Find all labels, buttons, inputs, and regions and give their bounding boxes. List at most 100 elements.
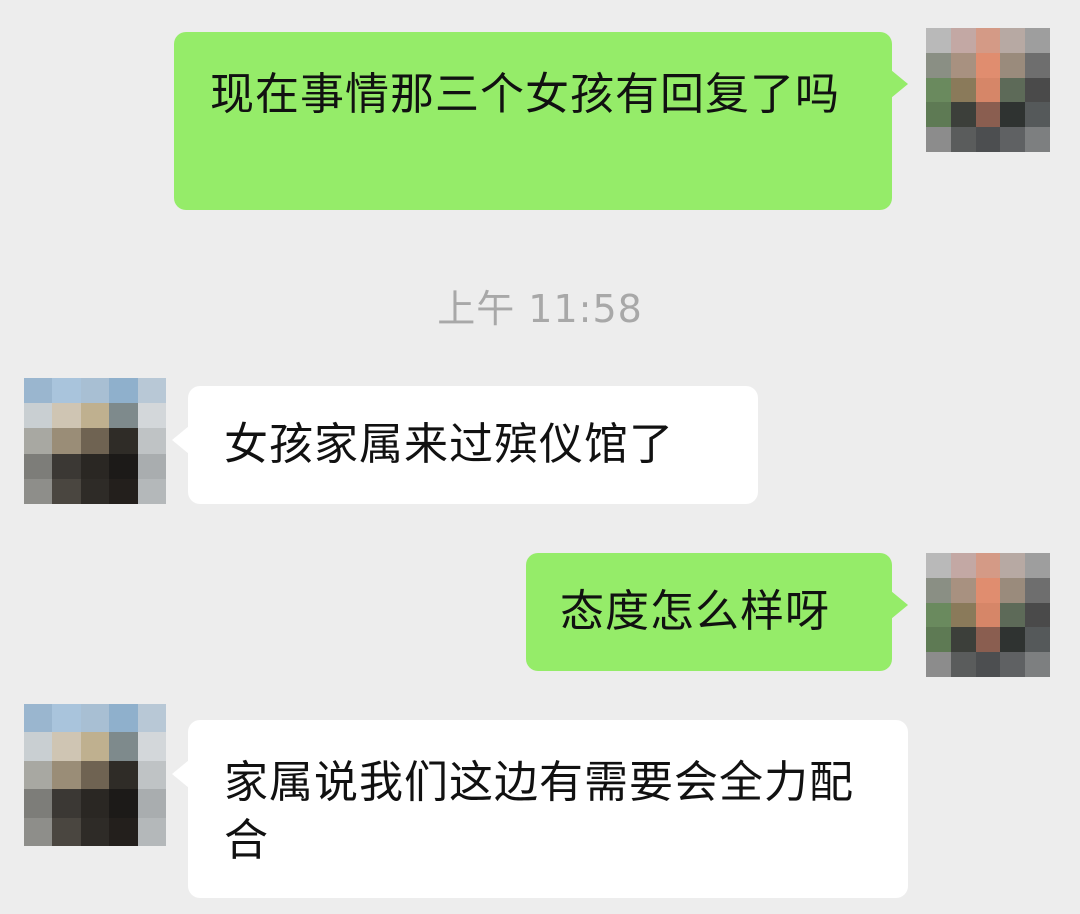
avatar-pixel	[52, 403, 81, 429]
message-timestamp: 上午 11:58	[437, 287, 643, 331]
avatar-pixel	[80, 453, 110, 479]
avatar-pixel	[926, 577, 951, 603]
avatar-pixel	[80, 428, 110, 454]
avatar-pixel	[1025, 28, 1050, 53]
avatar-pixel	[1000, 577, 1026, 603]
chat-window: 现在事情那三个女孩有回复了吗 上午 11:58 女孩家属来过殡仪馆了 态度怎么样…	[0, 0, 1080, 914]
avatar-pixel	[1000, 602, 1026, 628]
avatar-pixel	[109, 478, 138, 504]
avatar-pixel	[80, 789, 110, 818]
avatar-pixel	[80, 732, 110, 761]
avatar-pixel	[975, 627, 1001, 653]
avatar-pixel	[109, 789, 138, 818]
avatar-pixel	[975, 77, 1001, 103]
message-bubble-received[interactable]: 家属说我们这边有需要会全力配合	[172, 720, 908, 898]
contact-avatar[interactable]	[24, 704, 166, 846]
self-avatar[interactable]	[926, 28, 1050, 152]
message-bubble-sent[interactable]: 态度怎么样呀	[526, 553, 908, 671]
self-avatar[interactable]	[926, 553, 1050, 677]
avatar-pixel	[1025, 127, 1050, 152]
avatar-pixel	[975, 577, 1001, 603]
avatar-pixel	[52, 428, 81, 454]
avatar-pixel	[137, 789, 166, 818]
avatar-pixel	[52, 704, 81, 733]
avatar-pixel	[1000, 652, 1026, 677]
avatar-pixel	[950, 102, 976, 128]
avatar-pixel	[137, 704, 166, 733]
avatar-pixel	[926, 553, 951, 578]
avatar-pixel	[52, 453, 81, 479]
avatar-pixel	[950, 52, 976, 78]
avatar-pixel	[950, 553, 976, 578]
avatar-pixel	[80, 478, 110, 504]
avatar-pixel	[975, 602, 1001, 628]
avatar-pixel	[80, 760, 110, 790]
avatar-pixel	[52, 817, 81, 846]
avatar-pixel	[926, 602, 951, 628]
avatar-pixel	[926, 52, 951, 78]
avatar-pixel	[975, 553, 1001, 578]
avatar-pixel	[1025, 102, 1050, 128]
avatar-pixel	[950, 602, 976, 628]
avatar-pixel	[950, 652, 976, 677]
avatar-pixel	[950, 627, 976, 653]
avatar-pixel	[1000, 627, 1026, 653]
avatar-pixel	[24, 478, 53, 504]
avatar-pixel	[52, 378, 81, 404]
avatar-pixel	[52, 789, 81, 818]
avatar-pixel	[24, 453, 53, 479]
avatar-pixel	[1025, 52, 1050, 78]
avatar-pixel	[1000, 77, 1026, 103]
avatar-pixel	[926, 652, 951, 677]
avatar-pixel	[926, 627, 951, 653]
avatar-pixel	[975, 652, 1001, 677]
contact-avatar[interactable]	[24, 378, 166, 504]
avatar-pixel	[80, 403, 110, 429]
avatar-pixel	[24, 817, 53, 846]
avatar-pixel	[109, 760, 138, 790]
avatar-pixel	[52, 732, 81, 761]
avatar-pixel	[1000, 127, 1026, 152]
avatar-pixel	[926, 102, 951, 128]
avatar-pixel	[926, 127, 951, 152]
avatar-pixel	[52, 478, 81, 504]
avatar-pixel	[1000, 553, 1026, 578]
avatar-pixel	[926, 28, 951, 53]
avatar-pixel	[109, 453, 138, 479]
avatar-pixel	[1000, 102, 1026, 128]
avatar-pixel	[137, 453, 166, 479]
avatar-pixel	[1025, 577, 1050, 603]
avatar-pixel	[24, 403, 53, 429]
avatar-pixel	[137, 760, 166, 790]
avatar-pixel	[950, 77, 976, 103]
avatar-pixel	[926, 77, 951, 103]
avatar-pixel	[109, 403, 138, 429]
avatar-pixel	[109, 704, 138, 733]
avatar-pixel	[137, 428, 166, 454]
message-bubble-received[interactable]: 女孩家属来过殡仪馆了	[172, 386, 758, 504]
avatar-pixel	[109, 817, 138, 846]
avatar-pixel	[24, 704, 53, 733]
avatar-pixel	[1025, 602, 1050, 628]
avatar-pixel	[975, 102, 1001, 128]
avatar-pixel	[1025, 77, 1050, 103]
avatar-pixel	[137, 378, 166, 404]
avatar-pixel	[24, 732, 53, 761]
avatar-pixel	[1000, 52, 1026, 78]
avatar-pixel	[975, 28, 1001, 53]
message-bubble-sent[interactable]: 现在事情那三个女孩有回复了吗	[174, 32, 908, 210]
avatar-pixel	[80, 378, 110, 404]
avatar-pixel	[950, 127, 976, 152]
avatar-pixel	[24, 789, 53, 818]
avatar-pixel	[975, 127, 1001, 152]
avatar-pixel	[137, 403, 166, 429]
avatar-pixel	[24, 428, 53, 454]
avatar-pixel	[975, 52, 1001, 78]
avatar-pixel	[137, 732, 166, 761]
avatar-pixel	[109, 428, 138, 454]
avatar-pixel	[137, 478, 166, 504]
avatar-pixel	[1025, 553, 1050, 578]
avatar-pixel	[109, 732, 138, 761]
avatar-pixel	[950, 28, 976, 53]
avatar-pixel	[109, 378, 138, 404]
